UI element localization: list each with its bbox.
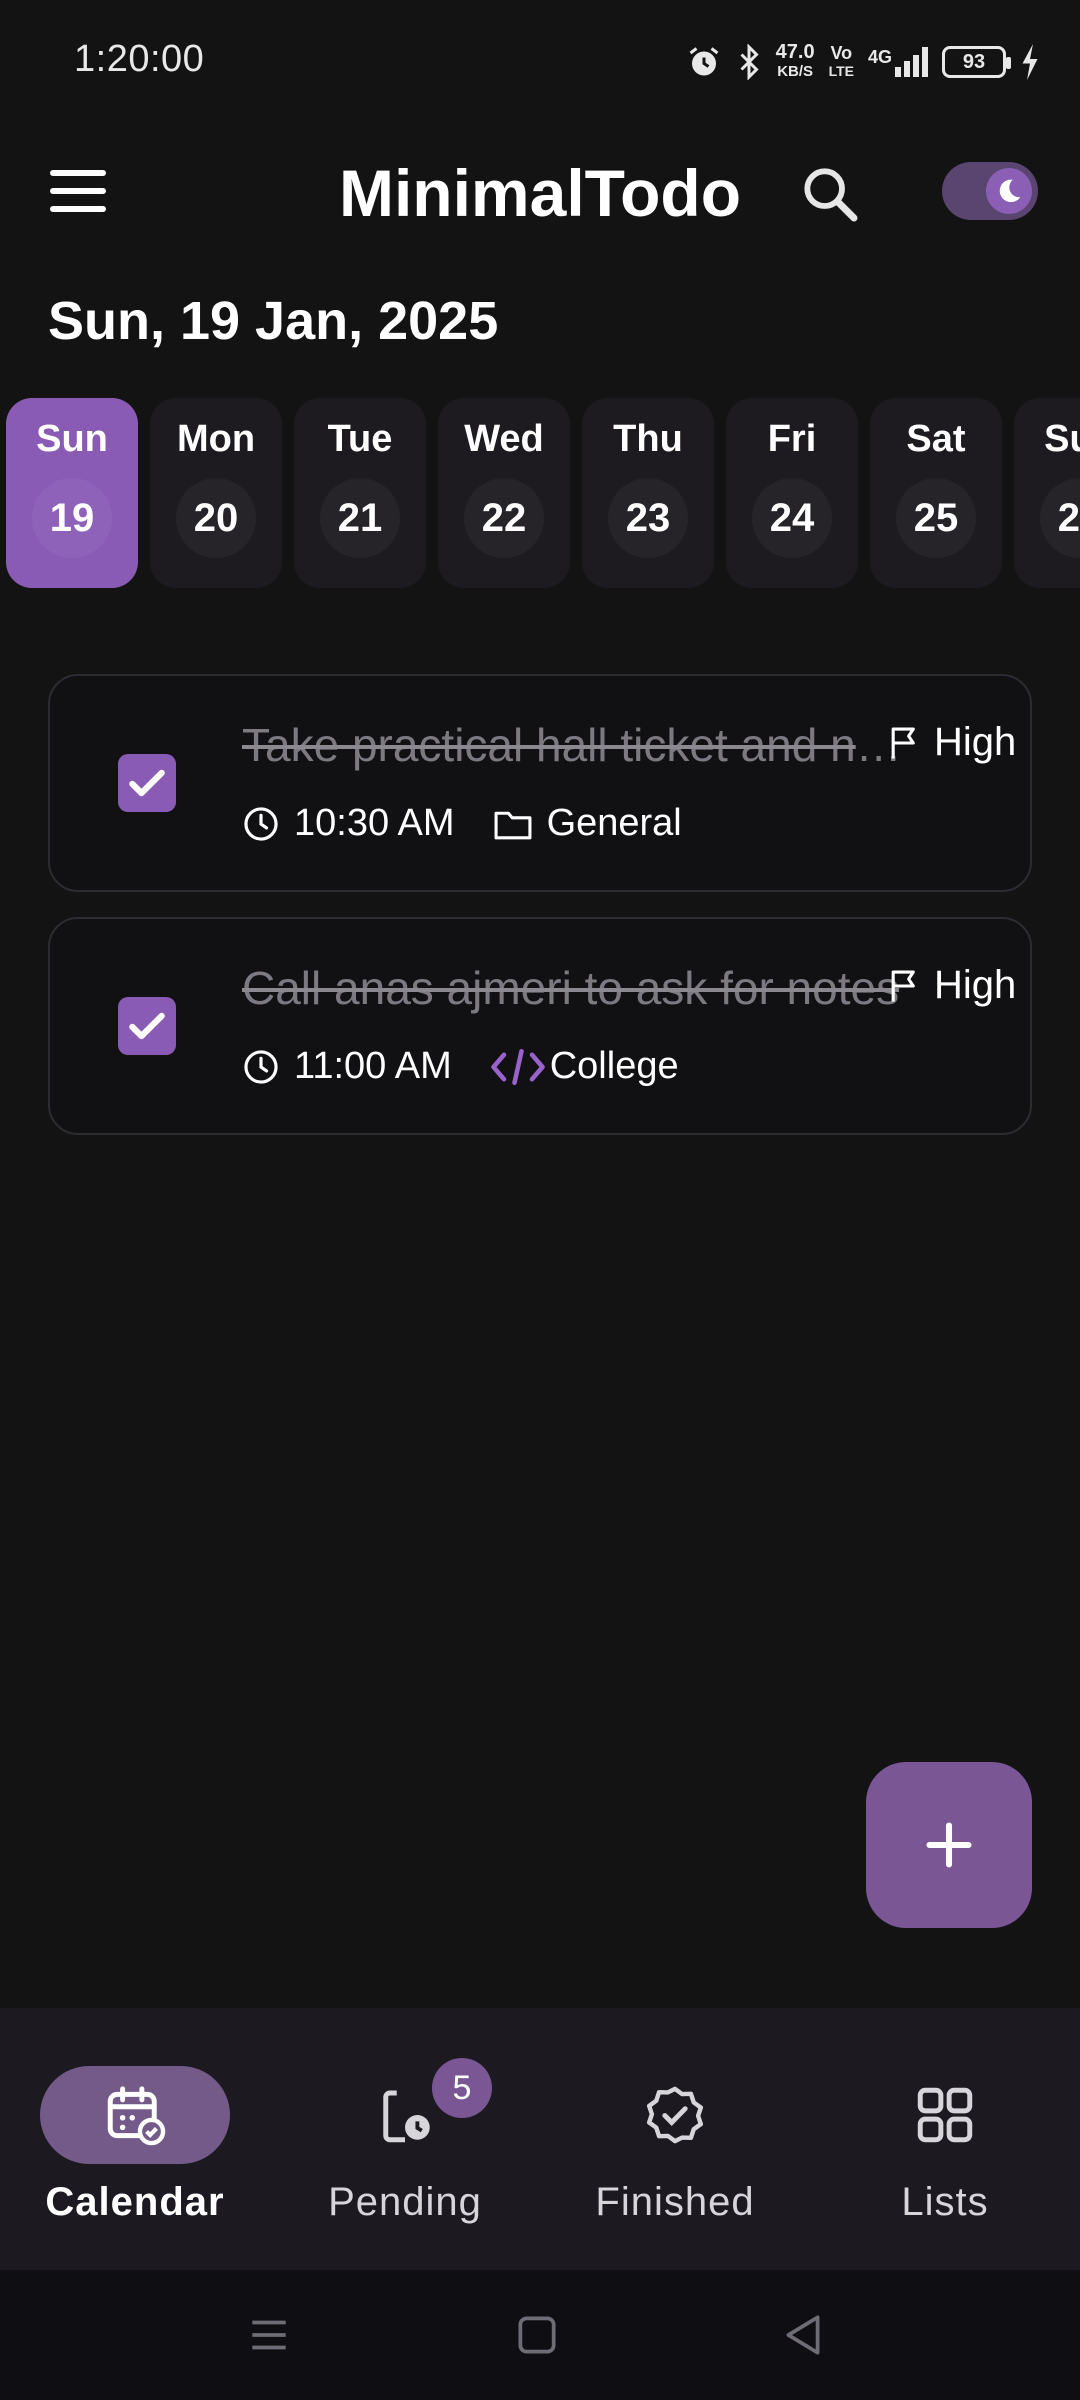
status-icons: 47.0 KB/S Vo LTE 4G 93	[686, 40, 1040, 84]
task-checkbox[interactable]	[118, 754, 176, 812]
screen: 1:20:00 47.0 KB/S Vo LTE 4G 93 MinimalTodo	[0, 0, 1080, 2400]
task-card[interactable]: Take practical hall ticket and notebook …	[48, 674, 1032, 892]
week-strip[interactable]: Sun 19 Mon 20 Tue 21 Wed 22 Thu 23 Fri 24 Sat 2…	[6, 398, 1080, 590]
day-number: 19	[32, 478, 112, 558]
app-title: MinimalTodo	[338, 156, 742, 230]
pending-icon	[383, 2090, 430, 2143]
nav-label: Calendar	[45, 2180, 225, 2224]
task-checkbox[interactable]	[118, 997, 176, 1055]
day-name: Tue	[327, 418, 393, 460]
day-tue-21[interactable]: Tue 21	[294, 398, 426, 588]
search-icon	[804, 168, 858, 222]
check-icon	[129, 769, 165, 797]
day-number: 23	[608, 478, 688, 558]
lists-icon	[917, 2087, 973, 2143]
moon-icon	[999, 179, 1021, 203]
day-name: Thu	[613, 418, 683, 460]
task-time: 10:30 AM	[294, 802, 455, 844]
signal-icon: 4G	[868, 47, 928, 77]
day-name: Sun	[36, 418, 108, 460]
net-speed-value: 47.0	[775, 41, 815, 63]
task-meta: 11:00 AM College	[242, 1045, 679, 1088]
alarm-icon	[689, 47, 719, 76]
theme-toggle[interactable]	[942, 162, 1038, 220]
home-icon[interactable]	[512, 2310, 562, 2360]
task-card[interactable]: Call anas ajmeri to ask for notes High 1…	[48, 917, 1032, 1135]
nav-calendar[interactable]: Calendar	[10, 2058, 260, 2228]
bluetooth-icon	[740, 44, 759, 80]
charging-icon	[1022, 44, 1038, 80]
status-time: 1:20:00	[74, 38, 205, 80]
code-icon	[490, 1048, 545, 1085]
network-type: 4G	[867, 47, 892, 67]
day-number: 20	[176, 478, 256, 558]
day-sat-25[interactable]: Sat 25	[870, 398, 1002, 588]
day-sun-19[interactable]: Sun 19	[6, 398, 138, 588]
flag-icon	[891, 727, 915, 758]
clock-icon	[244, 1049, 278, 1084]
priority-tag: High	[888, 963, 1016, 1008]
volte-top: Vo	[830, 43, 853, 63]
day-number: 25	[896, 478, 976, 558]
nav-label: Finished	[595, 2180, 755, 2224]
day-number: 26	[1040, 478, 1080, 558]
nav-finished[interactable]: Finished	[550, 2058, 800, 2228]
volte-bottom: LTE	[828, 63, 854, 79]
day-mon-20[interactable]: Mon 20	[150, 398, 282, 588]
app-bar: MinimalTodo	[0, 140, 1080, 250]
clock-icon	[244, 806, 278, 841]
priority-label: High	[934, 720, 1017, 764]
flag-icon	[891, 970, 915, 1001]
net-speed: 47.0 KB/S	[776, 42, 815, 82]
day-number: 21	[320, 478, 400, 558]
calendar-icon	[107, 2086, 166, 2146]
nav-label: Lists	[901, 2180, 989, 2224]
task-title: Call anas ajmeri to ask for notes	[242, 962, 900, 1014]
day-name: Sun	[1044, 418, 1080, 460]
back-icon[interactable]	[778, 2310, 828, 2360]
pending-badge: 5	[432, 2058, 492, 2118]
task-category: College	[549, 1045, 679, 1087]
volte-indicator: Vo LTE	[829, 44, 854, 80]
status-bar: 1:20:00 47.0 KB/S Vo LTE 4G 93	[0, 0, 1080, 120]
priority-tag: High	[888, 720, 1016, 765]
theme-knob	[986, 168, 1032, 214]
day-wed-22[interactable]: Wed 22	[438, 398, 570, 588]
nav-label: Pending	[328, 2180, 482, 2224]
day-name: Fri	[767, 418, 817, 460]
recents-icon[interactable]	[244, 2310, 294, 2360]
finished-icon	[646, 2086, 704, 2144]
day-name: Sat	[906, 418, 966, 460]
nav-lists[interactable]: Lists	[820, 2058, 1070, 2228]
net-speed-unit: KB/S	[777, 63, 814, 80]
add-task-button[interactable]	[866, 1762, 1032, 1928]
system-nav-bar	[0, 2270, 1080, 2400]
task-category: General	[546, 802, 682, 844]
task-time: 11:00 AM	[294, 1045, 452, 1087]
priority-label: High	[934, 963, 1017, 1007]
day-number: 22	[464, 478, 544, 558]
plus-icon	[926, 1822, 972, 1868]
day-name: Wed	[464, 418, 544, 460]
task-title: Take practical hall ticket and notebook …	[242, 719, 910, 771]
day-thu-23[interactable]: Thu 23	[582, 398, 714, 588]
nav-pending[interactable]: 5 Pending	[280, 2058, 530, 2228]
battery-icon: 93	[942, 46, 1011, 78]
task-meta: 10:30 AM General	[242, 802, 682, 845]
day-name: Mon	[176, 418, 256, 460]
search-button[interactable]	[798, 162, 862, 226]
day-sun-26[interactable]: Sun 26	[1014, 398, 1080, 588]
check-icon	[129, 1012, 165, 1040]
battery-level: 93	[962, 50, 986, 73]
folder-icon	[494, 811, 532, 839]
selected-date: Sun, 19 Jan, 2025	[48, 291, 499, 351]
bottom-navigation: Calendar 5 Pending Finished Lists	[0, 2008, 1080, 2270]
day-number: 24	[752, 478, 832, 558]
day-fri-24[interactable]: Fri 24	[726, 398, 858, 588]
